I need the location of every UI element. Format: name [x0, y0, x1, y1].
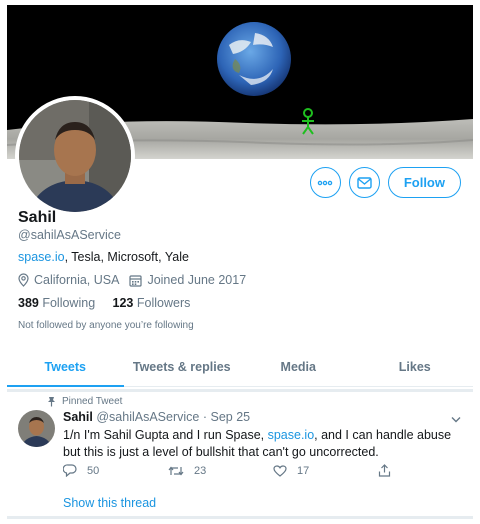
profile-page: Follow Sahil @sahilAsAService spase.io, … [7, 5, 473, 519]
more-icon [318, 180, 333, 185]
message-button[interactable] [348, 167, 380, 198]
location-item: California, USA [18, 273, 119, 287]
follow-counts: 389 Following 123 Followers [18, 296, 190, 310]
tweet-date[interactable]: Sep 25 [211, 410, 251, 424]
heart-icon [273, 464, 287, 477]
tweet-avatar[interactable] [18, 410, 55, 447]
location-pin-icon [18, 273, 29, 287]
joined-item: Joined June 2017 [129, 273, 246, 287]
location-text: California, USA [34, 273, 120, 287]
reply-button[interactable]: 50 [63, 464, 168, 477]
tab-tweets-and-replies[interactable]: Tweets & replies [124, 352, 241, 386]
pinned-text: Pinned Tweet [62, 396, 123, 407]
tab-tweets[interactable]: Tweets [7, 352, 124, 387]
tab-media[interactable]: Media [240, 352, 357, 386]
like-count: 17 [297, 464, 310, 477]
tweet-author-name[interactable]: Sahil [63, 410, 93, 424]
following-count: 389 [18, 296, 39, 310]
follow-button[interactable]: Follow [387, 167, 461, 198]
tweet-text: 1/n I'm Sahil Gupta and I run Spase, spa… [63, 427, 458, 461]
profile-actions: Follow [309, 167, 461, 198]
tweet-link[interactable]: spase.io [268, 428, 315, 442]
envelope-icon [357, 176, 372, 189]
like-button[interactable]: 17 [273, 464, 378, 477]
retweet-button[interactable]: 23 [168, 464, 273, 477]
divider [7, 516, 473, 519]
followed-by-note: Not followed by anyone you’re following [18, 320, 194, 331]
tweet-header: Sahil @sahilAsAService · Sep 25 [63, 410, 250, 424]
followers-count: 123 [112, 296, 134, 310]
profile-tabs: Tweets Tweets & replies Media Likes [7, 352, 473, 387]
tweet-actions: 50 23 17 [63, 464, 473, 477]
pin-icon [48, 397, 55, 407]
show-thread-link[interactable]: Show this thread [63, 496, 156, 510]
bio-text: , Tesla, Microsoft, Yale [64, 250, 189, 264]
reply-icon [63, 464, 77, 477]
tweet-separator: · [202, 410, 208, 424]
followers-label: Followers [136, 296, 191, 310]
profile-bio: spase.io, Tesla, Microsoft, Yale [18, 250, 189, 264]
share-button[interactable] [378, 464, 473, 477]
profile-name: Sahil [18, 209, 57, 226]
bio-link[interactable]: spase.io [18, 250, 65, 264]
following-label: Following [42, 296, 96, 310]
retweet-count: 23 [194, 464, 207, 477]
more-button[interactable] [309, 167, 341, 198]
profile-handle: @sahilAsAService [18, 228, 122, 242]
tweet-author-handle[interactable]: @sahilAsAService [96, 410, 199, 424]
pinned-label: Pinned Tweet [47, 396, 122, 407]
divider [7, 389, 473, 392]
following-link[interactable]: 389 Following [18, 296, 95, 310]
earth-image [217, 22, 291, 96]
chevron-down-icon [451, 417, 461, 423]
followers-link[interactable]: 123 Followers [113, 296, 191, 310]
reply-count: 50 [87, 464, 100, 477]
retweet-icon [168, 466, 184, 475]
tab-likes[interactable]: Likes [357, 352, 474, 386]
tweet-text-start: 1/n I'm Sahil Gupta and I run Spase, [63, 428, 268, 442]
profile-avatar[interactable] [15, 96, 135, 216]
calendar-icon [129, 274, 143, 287]
tweet-menu-button[interactable] [451, 410, 461, 428]
joined-text: Joined June 2017 [147, 273, 247, 287]
share-icon [378, 464, 391, 477]
profile-meta: California, USA Joined June 2017 [18, 273, 256, 287]
